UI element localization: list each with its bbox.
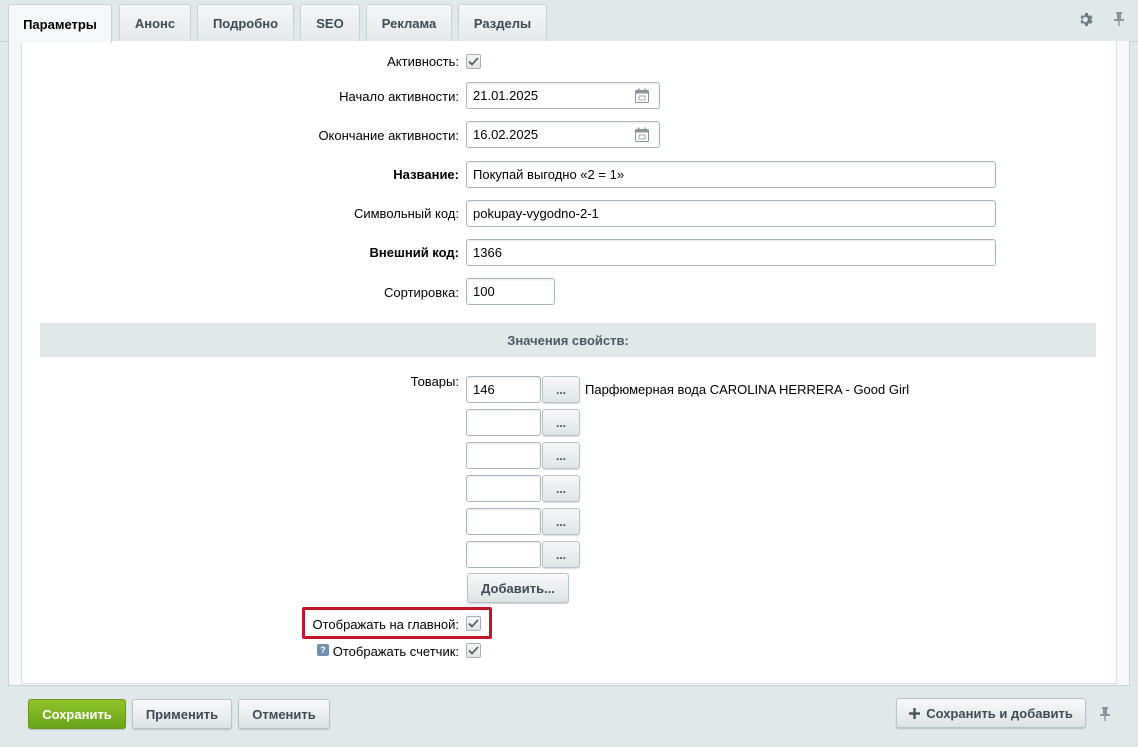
apply-button[interactable]: Применить: [132, 699, 232, 729]
product-id-input[interactable]: [466, 409, 541, 436]
pick-label: ...: [555, 382, 566, 397]
tab-parameters[interactable]: Параметры: [8, 4, 112, 43]
pin-icon[interactable]: [1110, 10, 1128, 28]
product-pick-button[interactable]: ...: [542, 541, 580, 568]
code-input[interactable]: pokupay-vygodno-2-1: [466, 200, 996, 227]
sort-label: Сортировка:: [384, 285, 459, 300]
save-button[interactable]: Сохранить: [28, 699, 126, 729]
active-label: Активность:: [387, 54, 459, 69]
tab-label: Параметры: [23, 16, 97, 32]
apply-label: Применить: [145, 706, 219, 722]
save-label: Сохранить: [42, 706, 112, 722]
properties-section-header: Значения свойств:: [40, 323, 1096, 357]
tab-label: SEO: [316, 16, 344, 31]
pick-label: ...: [555, 448, 566, 463]
calendar-icon[interactable]: [634, 127, 650, 146]
tab-label: Реклама: [381, 16, 437, 31]
tab-label: Подробно: [212, 16, 279, 31]
tab-seo[interactable]: SEO: [300, 4, 360, 42]
active-to-value: 16.02.2025: [473, 127, 539, 142]
save-and-add-button[interactable]: Сохранить и добавить: [896, 698, 1086, 728]
name-input[interactable]: Покупай выгодно «2 = 1»: [466, 161, 996, 188]
cancel-button[interactable]: Отменить: [238, 699, 330, 729]
sort-value: 100: [473, 284, 495, 299]
product-pick-button[interactable]: ...: [542, 508, 580, 535]
tab-details[interactable]: Подробно: [197, 4, 294, 42]
product-id-input[interactable]: 146: [466, 376, 541, 403]
calendar-icon[interactable]: [634, 88, 650, 107]
code-value: pokupay-vygodno-2-1: [473, 206, 599, 221]
add-label: Добавить...: [481, 580, 555, 596]
cancel-label: Отменить: [252, 706, 316, 722]
show-on-main-checkbox[interactable]: [466, 616, 481, 631]
show-counter-checkbox[interactable]: [466, 643, 481, 658]
active-to-input[interactable]: 16.02.2025: [466, 121, 660, 148]
save-and-add-label: Сохранить и добавить: [926, 705, 1073, 721]
code-label: Символьный код:: [353, 206, 459, 221]
show-on-main-label: Отображать на главной:: [312, 617, 459, 632]
name-value: Покупай выгодно «2 = 1»: [473, 167, 625, 182]
help-icon[interactable]: ?: [317, 644, 329, 656]
show-counter-label: Отображать счетчик:: [332, 644, 459, 659]
product-pick-button[interactable]: ...: [542, 475, 580, 502]
active-checkbox[interactable]: [466, 54, 481, 69]
product-id-input[interactable]: [466, 508, 541, 535]
product-id-input[interactable]: [466, 475, 541, 502]
active-from-input[interactable]: 21.01.2025: [466, 82, 660, 109]
tab-announce[interactable]: Анонс: [119, 4, 191, 42]
name-label: Название:: [393, 167, 459, 182]
xml-id-label: Внешний код:: [369, 245, 459, 260]
product-pick-button[interactable]: ...: [542, 409, 580, 436]
add-product-button[interactable]: Добавить...: [467, 573, 569, 603]
active-to-label: Окончание активности:: [318, 128, 459, 143]
section-title: Значения свойств:: [507, 332, 629, 348]
tab-bar: Параметры Анонс Подробно SEO Реклама Раз…: [0, 0, 1138, 43]
tab-sections[interactable]: Разделы: [458, 4, 547, 42]
pick-label: ...: [555, 415, 566, 430]
xml-id-value: 1366: [473, 245, 502, 260]
tab-label: Разделы: [473, 16, 532, 31]
product-description: Парфюмерная вода CAROLINA HERRERA - Good…: [585, 382, 910, 397]
pick-label: ...: [555, 514, 566, 529]
xml-id-input[interactable]: 1366: [466, 239, 996, 266]
pick-label: ...: [555, 481, 566, 496]
pin-icon[interactable]: [1096, 705, 1114, 723]
product-pick-button[interactable]: ...: [542, 442, 580, 469]
product-pick-button[interactable]: ...: [542, 376, 580, 403]
active-from-label: Начало активности:: [339, 89, 459, 104]
product-id-input[interactable]: [466, 541, 541, 568]
gear-icon[interactable]: [1077, 10, 1095, 28]
sort-input[interactable]: 100: [466, 278, 555, 305]
tab-advertising[interactable]: Реклама: [366, 4, 452, 42]
tab-label: Анонс: [134, 16, 176, 31]
products-label: Товары:: [410, 374, 459, 389]
active-from-value: 21.01.2025: [473, 88, 539, 103]
product-id-value: 146: [473, 382, 495, 397]
pick-label: ...: [555, 547, 566, 562]
product-id-input[interactable]: [466, 442, 541, 469]
plus-icon: [909, 707, 921, 719]
